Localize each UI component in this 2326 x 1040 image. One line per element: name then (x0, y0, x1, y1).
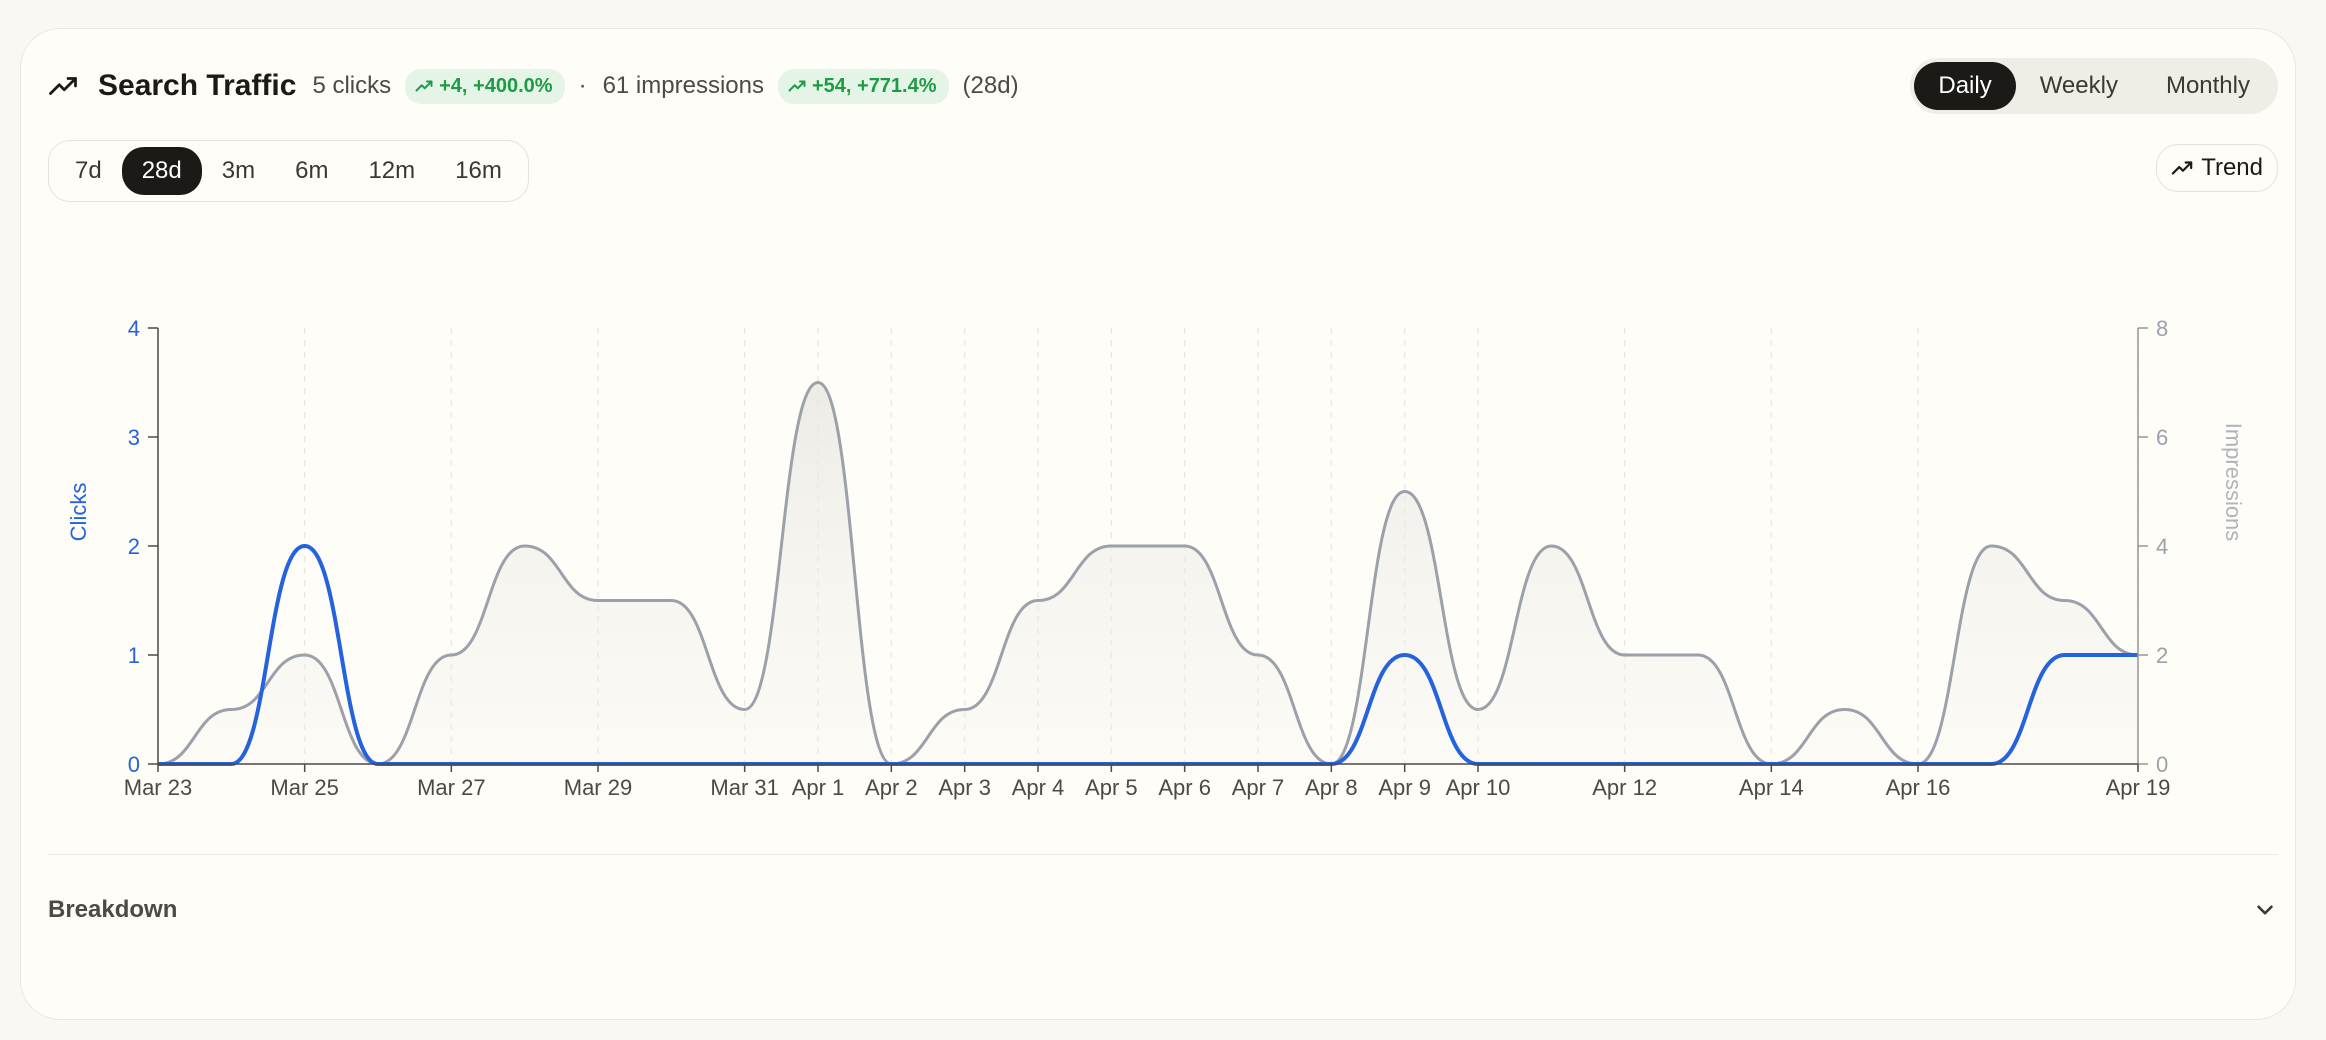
y-tick-label: 0 (128, 752, 140, 777)
y2-tick-label: 4 (2156, 534, 2168, 559)
breakdown-label: Breakdown (48, 896, 178, 923)
x-tick-label: Apr 3 (938, 775, 991, 800)
x-tick-label: Apr 8 (1305, 775, 1358, 800)
x-tick-label: Apr 6 (1158, 775, 1211, 800)
x-tick-label: Apr 7 (1232, 775, 1285, 800)
impressions-area (158, 382, 2138, 764)
y2-axis-title: Impressions (2221, 423, 2246, 542)
y-tick-label: 2 (128, 534, 140, 559)
x-tick-label: Apr 1 (792, 775, 845, 800)
x-tick-label: Apr 14 (1739, 775, 1804, 800)
breakdown-toggle[interactable]: Breakdown (48, 890, 2278, 930)
x-tick-label: Apr 16 (1886, 775, 1951, 800)
y2-tick-label: 8 (2156, 316, 2168, 341)
y2-tick-label: 2 (2156, 643, 2168, 668)
x-tick-label: Mar 27 (417, 775, 485, 800)
y2-tick-label: 6 (2156, 425, 2168, 450)
x-tick-label: Apr 2 (865, 775, 918, 800)
x-tick-label: Mar 31 (710, 775, 778, 800)
x-tick-label: Apr 4 (1012, 775, 1065, 800)
y-tick-label: 4 (128, 316, 140, 341)
x-tick-label: Apr 9 (1378, 775, 1431, 800)
y-tick-label: 3 (128, 425, 140, 450)
x-tick-label: Mar 25 (270, 775, 338, 800)
traffic-chart: 0 1 2 3 4 0 2 4 6 8 Mar 23 Mar 25 Mar 27 Mar 29 Mar 31… (66, 316, 2246, 800)
y-axis-title: Clicks (66, 483, 91, 542)
x-tick-label: Mar 23 (124, 775, 192, 800)
y2-tick-label: 0 (2156, 752, 2168, 777)
x-tick-label: Apr 10 (1446, 775, 1511, 800)
x-tick-label: Mar 29 (564, 775, 632, 800)
x-tick-label: Apr 5 (1085, 775, 1138, 800)
chevron-down-icon (2257, 905, 2273, 915)
x-tick-label: Apr 19 (2106, 775, 2171, 800)
x-tick-label: Apr 12 (1592, 775, 1657, 800)
y-tick-label: 1 (128, 643, 140, 668)
divider (48, 854, 2278, 855)
